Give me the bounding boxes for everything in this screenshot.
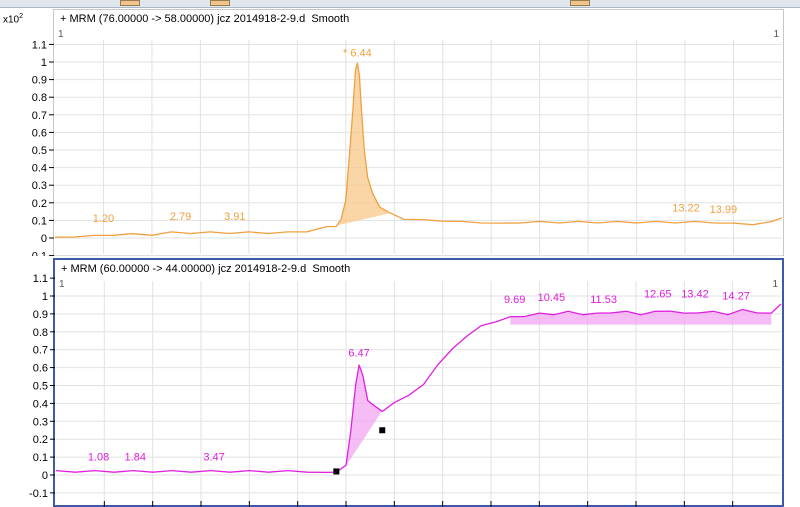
y-scale-label: x102 (3, 13, 24, 26)
baseline-marker (379, 427, 386, 434)
peak-label: 9.69 (504, 294, 525, 306)
corner-label-right: 1 (772, 279, 778, 290)
y-tick-label: 0.9 (33, 309, 48, 321)
y-tick-label: 0.3 (32, 180, 47, 192)
peak-label: 1.20 (93, 213, 114, 225)
peak-label: 13.42 (681, 289, 709, 301)
y-tick-label: 1 (41, 57, 47, 69)
top-toolbar-strip (0, 0, 800, 8)
peak-label: 2.79 (170, 211, 191, 223)
toolbar-button-2[interactable] (210, 0, 230, 6)
series-line (55, 303, 782, 474)
y-tick-label: 0.6 (33, 363, 48, 375)
y-tick-label: 0.3 (33, 416, 48, 428)
chromatogram-panel-top[interactable]: x102 + MRM (76.00000 -> 58.00000) jcz 20… (0, 9, 800, 256)
peak-label: 6.47 (348, 348, 369, 360)
chart-title: + MRM (60.00000 -> 44.00000) jcz 2014918… (61, 263, 351, 275)
y-tick-label: 0.9 (32, 75, 47, 87)
y-tick-label: -0.1 (29, 488, 48, 500)
y-tick-label: 0.7 (33, 345, 48, 357)
peak-label: * 6.44 (343, 47, 372, 59)
y-tick-label: 0.4 (33, 398, 48, 410)
peak-label: 1.08 (88, 451, 109, 463)
y-tick-label: 0.4 (32, 163, 47, 175)
chart-svg: 1.1 1 0.9 0.8 0.7 0.6 0.5 0.4 0.3 0.2 0.1 0 -0.1 1.20… (28, 39, 783, 256)
y-tick-label: 0.2 (32, 198, 47, 210)
y-tick-label: 0.8 (32, 92, 47, 104)
chromatogram-panel-bottom[interactable]: + MRM (60.00000 -> 44.00000) jcz 2014918… (0, 258, 800, 507)
peak-label: 10.45 (538, 292, 566, 304)
peak-label: 12.65 (644, 289, 672, 301)
peak-label: 11.53 (590, 294, 617, 306)
peak-label: 3.91 (224, 211, 245, 223)
peak-label: 13.99 (710, 204, 738, 216)
y-tick-label: 0.8 (33, 327, 48, 339)
y-tick-label: 1.1 (33, 273, 48, 285)
baseline-marker (333, 468, 340, 475)
y-tick-label: 0.1 (32, 215, 47, 227)
peak-label: 3.47 (203, 451, 224, 463)
peak-area (336, 62, 390, 226)
toolbar-button-1[interactable] (120, 0, 140, 6)
y-tick-label: -0.1 (28, 251, 47, 256)
corner-label-left: 1 (59, 279, 65, 290)
y-tick-label: 0.7 (32, 110, 47, 122)
y-tick-label: 0.1 (33, 452, 48, 464)
y-tick-label: 0.2 (33, 434, 48, 446)
y-tick-label: 1 (42, 291, 48, 303)
y-tick-label: 0.5 (33, 381, 48, 393)
y-tick-label: 0.5 (32, 145, 47, 157)
corner-label-right: 1 (773, 29, 779, 40)
y-tick-label: 0 (41, 233, 47, 245)
y-tick-label: 0.6 (32, 127, 47, 139)
chart-title: + MRM (76.00000 -> 58.00000) jcz 2014918… (60, 13, 350, 25)
peak-label: 13.22 (672, 202, 700, 214)
chart-svg: 1.1 1 0.9 0.8 0.7 0.6 0.5 0.4 0.3 0.2 0.1 0 -0.1 1.08… (29, 273, 782, 507)
peak-label: 1.84 (125, 451, 146, 463)
y-tick-label: 1.1 (32, 39, 47, 51)
toolbar-button-3[interactable] (570, 0, 590, 6)
corner-label-left: 1 (58, 29, 64, 40)
y-tick-label: 0 (42, 470, 48, 482)
peak-label: 14.27 (722, 290, 750, 302)
